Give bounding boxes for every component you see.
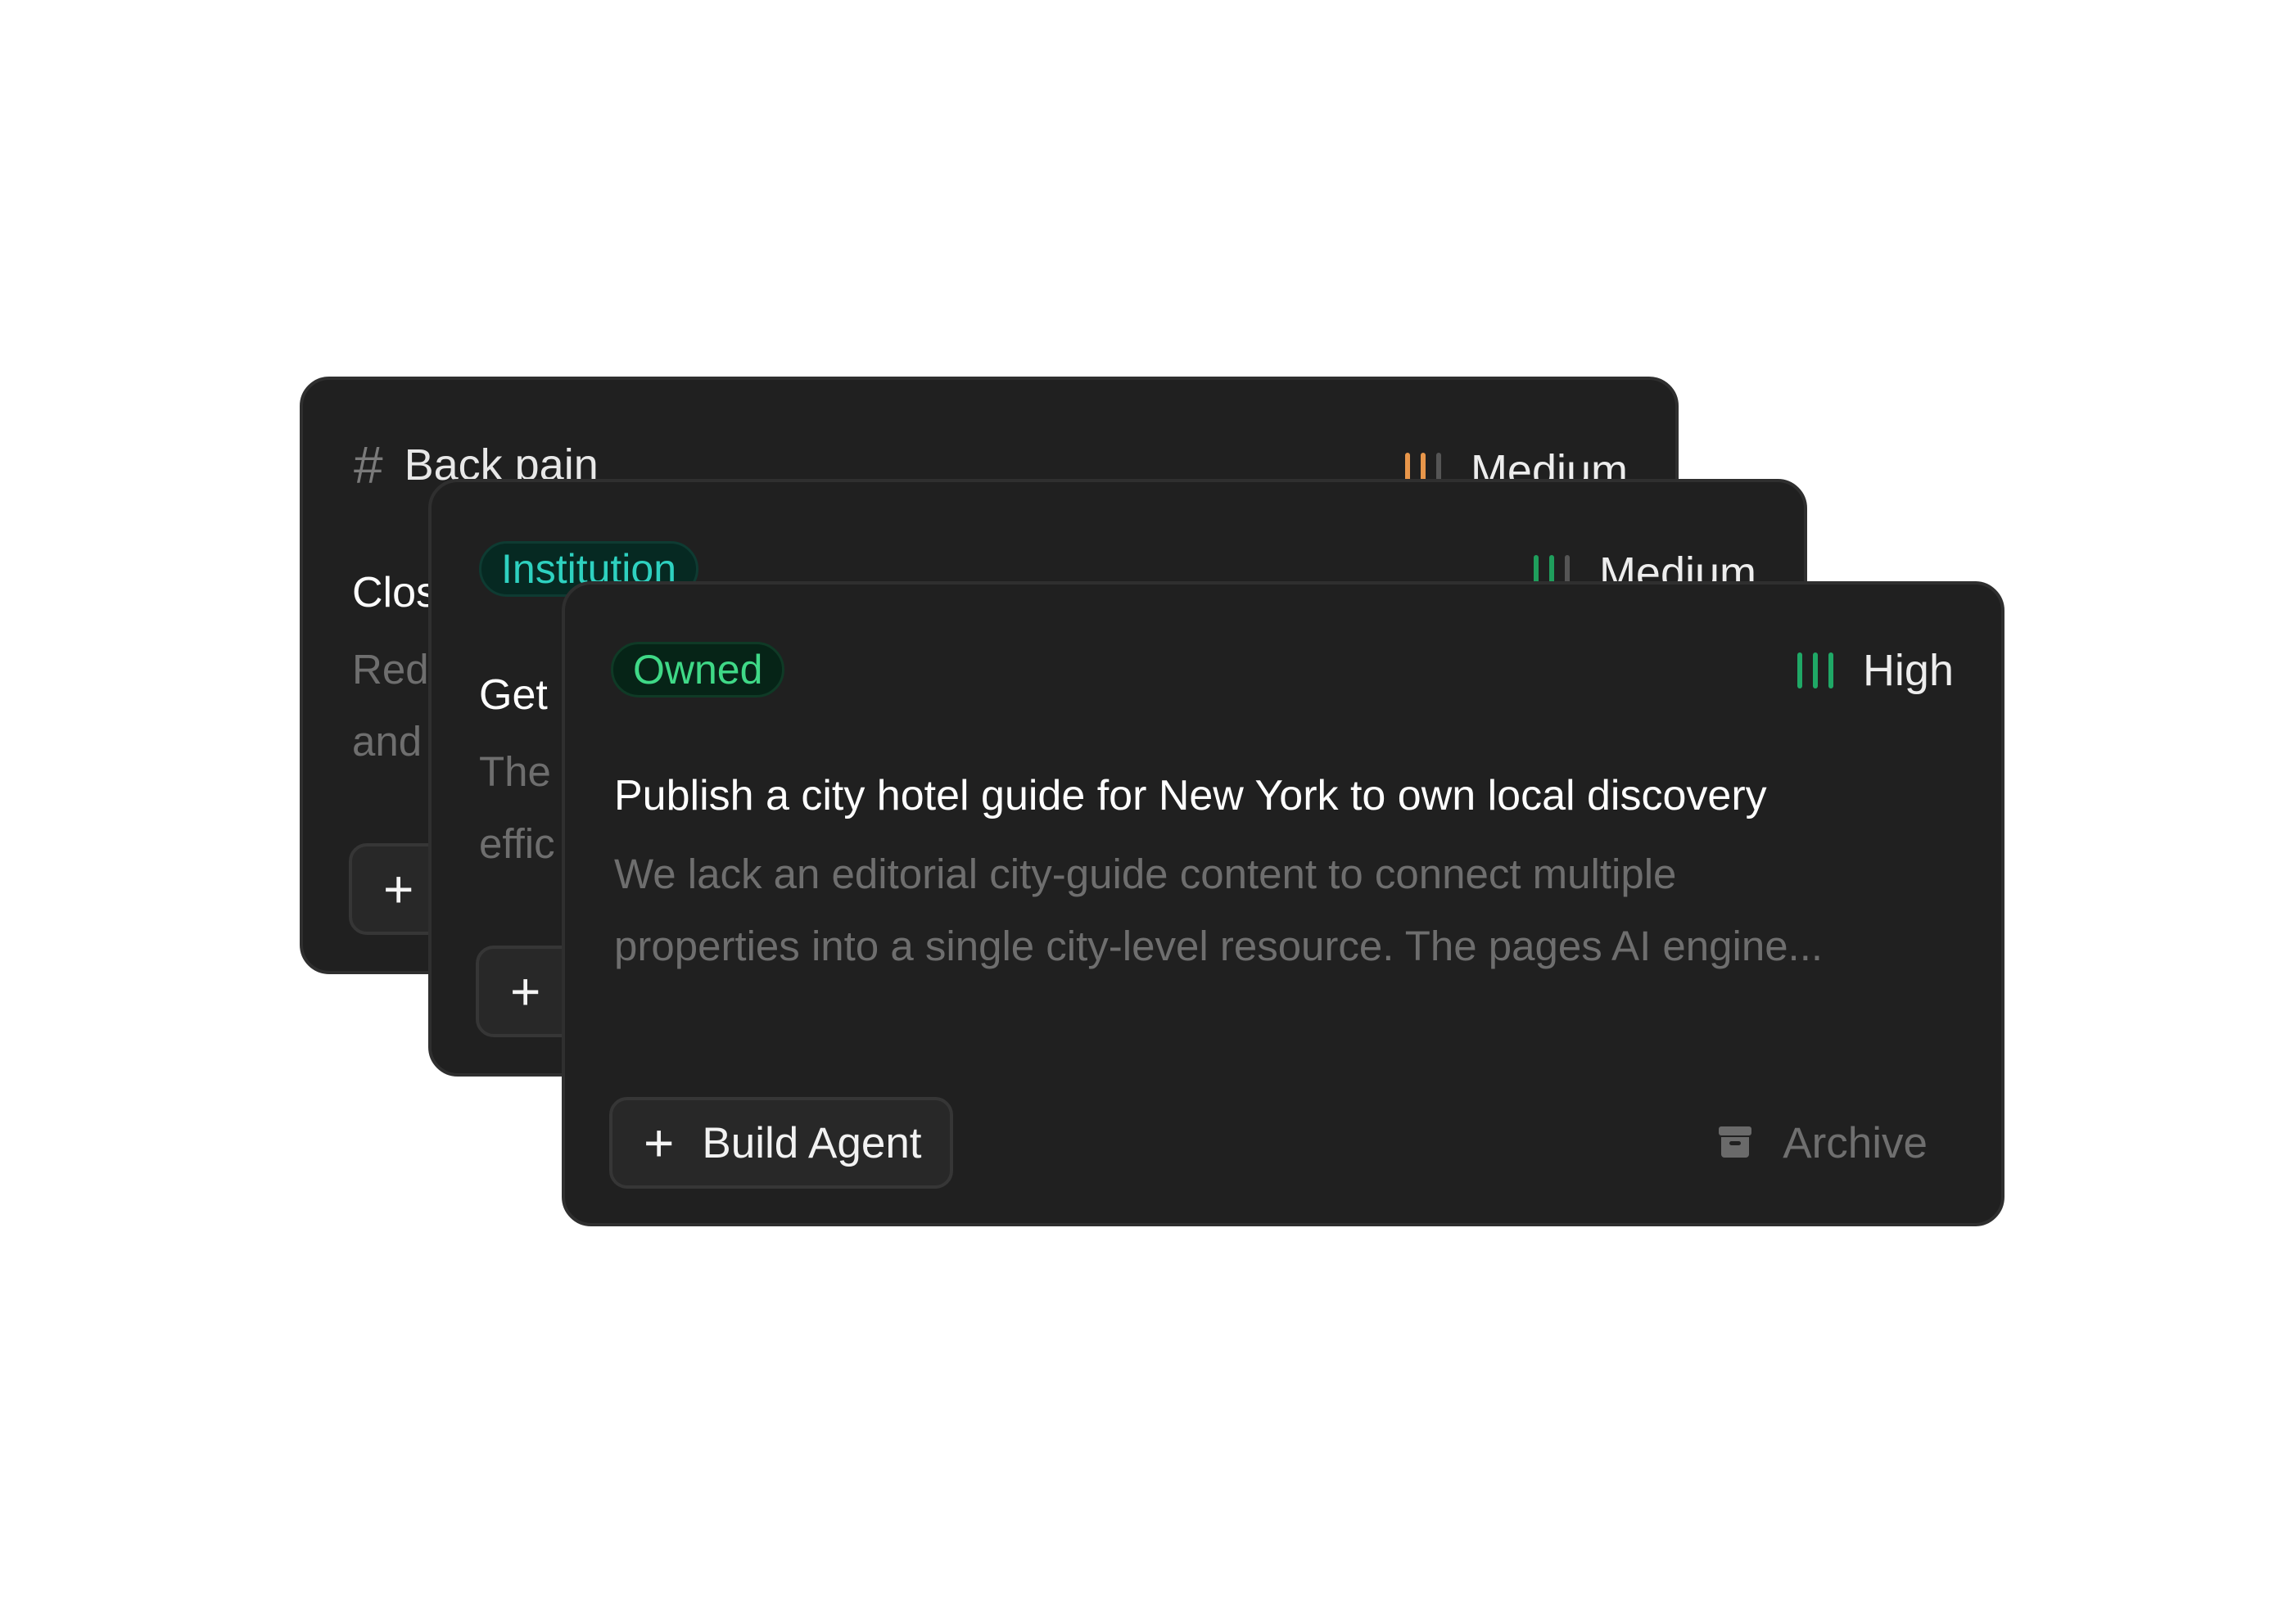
priority-bars-icon — [1797, 652, 1833, 688]
archive-button[interactable]: Archive — [1717, 1118, 1928, 1168]
build-agent-label: Build Agent — [702, 1118, 922, 1167]
priority-label: High — [1862, 646, 1954, 695]
badge-wrapper: Owned — [611, 642, 785, 697]
hash-icon: # — [354, 436, 383, 494]
card-description-line: effic — [479, 820, 555, 867]
build-agent-button[interactable]: + Build Agent — [609, 1097, 953, 1189]
archive-icon — [1717, 1123, 1753, 1163]
card-title: Publish a city hotel guide for New York … — [614, 772, 1767, 819]
insight-card-owned[interactable]: Owned High Publish a city hotel guide fo… — [562, 581, 2004, 1226]
plus-icon: + — [383, 860, 414, 919]
archive-label: Archive — [1783, 1119, 1928, 1167]
category-badge: Owned — [611, 642, 785, 697]
plus-icon: + — [644, 1113, 675, 1172]
priority-indicator: High — [1797, 645, 1954, 696]
card-description-line: Red — [352, 646, 429, 693]
card-description-line: and — [352, 718, 423, 765]
card-title: Clos — [352, 569, 438, 616]
plus-icon: + — [510, 962, 541, 1021]
card-description-line: The — [479, 748, 551, 795]
card-description-line: We lack an editorial city-guide content … — [614, 851, 1677, 897]
card-title: Get — [479, 671, 548, 719]
card-description-line: properties into a single city-level reso… — [614, 923, 1824, 969]
